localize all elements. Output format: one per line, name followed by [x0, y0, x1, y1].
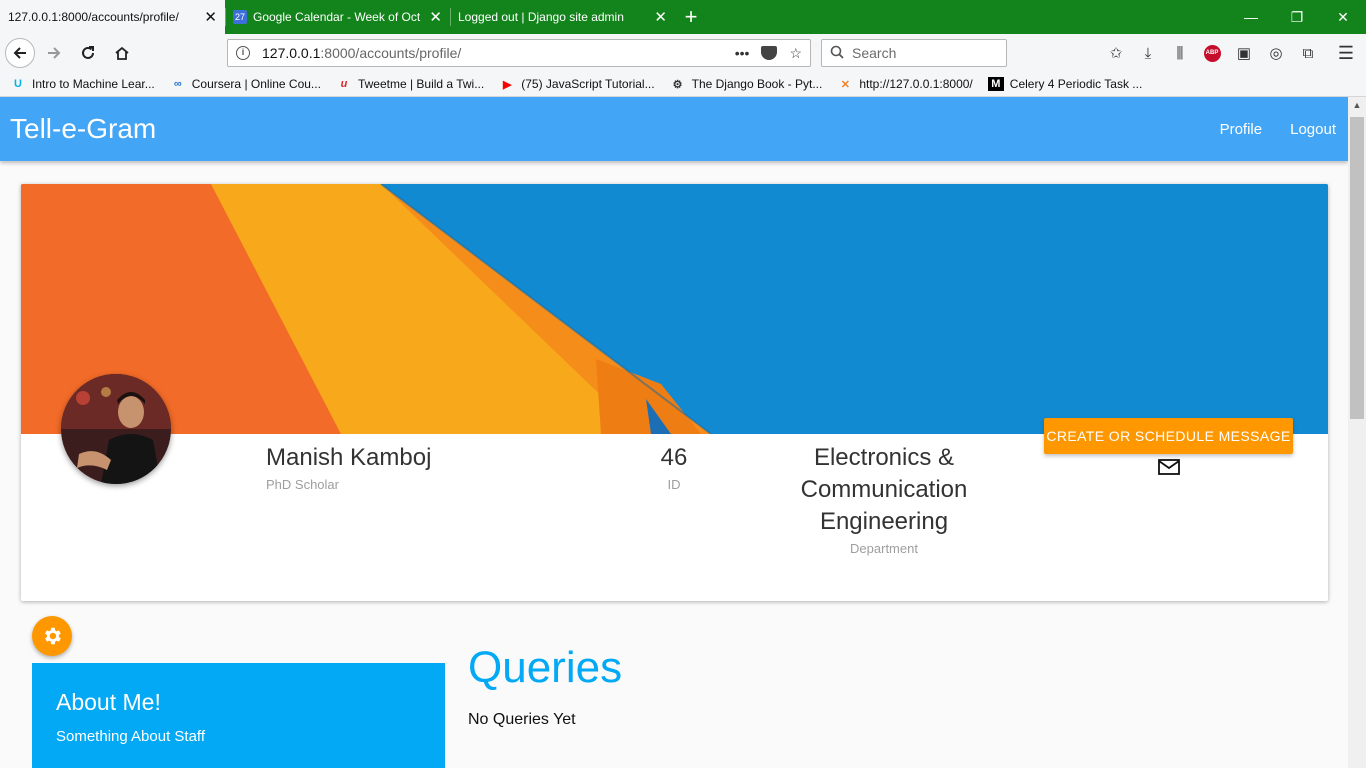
browser-tab-calendar[interactable]: 27 Google Calendar - Week of Oct ✕: [225, 0, 450, 34]
site-info-icon[interactable]: i: [236, 46, 250, 60]
address-bar[interactable]: i 127.0.0.1:8000/accounts/profile/ ••• ☆: [227, 39, 811, 67]
url-host: 127.0.0.1: [262, 45, 321, 61]
bookmark-label: (75) JavaScript Tutorial...: [521, 77, 655, 91]
profile-department-block: Electronics & Communication Engineering …: [784, 442, 984, 558]
back-arrow-icon[interactable]: [5, 38, 35, 68]
about-text: Something About Staff: [56, 728, 205, 745]
profile-id-label: ID: [667, 477, 681, 492]
sync-icon[interactable]: ⧉: [1297, 42, 1319, 64]
bookmark-label: Intro to Machine Lear...: [32, 77, 155, 91]
coursera-icon: ∞: [173, 78, 182, 90]
profile-id-value: 46: [660, 444, 688, 471]
profile-department-value: Electronics & Communication Engineering: [800, 444, 968, 535]
page-scrollbar[interactable]: ▲: [1348, 97, 1366, 768]
close-icon[interactable]: ✕: [204, 8, 217, 26]
bookmarks-bar: U Intro to Machine Lear... ∞ Coursera | On…: [0, 72, 1366, 97]
bookmark-item[interactable]: ▶ (75) JavaScript Tutorial...: [499, 77, 655, 91]
profile-department-label: Department: [850, 541, 918, 556]
browser-tab-profile[interactable]: 127.0.0.1:8000/accounts/profile/ ✕: [0, 0, 225, 34]
queries-heading: Queries: [468, 643, 623, 692]
tab-title: Google Calendar - Week of Oct: [253, 10, 421, 24]
home-icon[interactable]: [107, 38, 137, 68]
calendar-favicon-icon: 27: [233, 10, 247, 24]
udacity-icon: U: [14, 78, 22, 90]
minimize-icon[interactable]: —: [1228, 0, 1274, 34]
scrollbar-thumb[interactable]: [1350, 117, 1364, 419]
bookmark-label: Coursera | Online Cou...: [191, 77, 321, 91]
django-book-icon: ⚙: [672, 78, 683, 91]
about-me-card: About Me! Something About Staff: [32, 663, 445, 768]
close-icon[interactable]: ✕: [654, 8, 667, 26]
logout-link[interactable]: Logout: [1290, 121, 1336, 138]
reader-view-icon[interactable]: ▣: [1233, 42, 1255, 64]
app-navbar: Tell-e-Gram Profile Logout: [0, 97, 1348, 161]
url-path: :8000/accounts/profile/: [320, 45, 462, 61]
tab-title: 127.0.0.1:8000/accounts/profile/: [8, 10, 179, 24]
create-schedule-message-button[interactable]: CREATE OR SCHEDULE MESSAGE: [1044, 418, 1293, 454]
settings-gear-icon[interactable]: [32, 616, 72, 656]
profile-role: PhD Scholar: [266, 477, 339, 492]
bookmarks-star-list-icon[interactable]: ✩: [1105, 42, 1127, 64]
window-close-icon[interactable]: ✕: [1320, 0, 1366, 34]
browser-toolbar: i 127.0.0.1:8000/accounts/profile/ ••• ☆…: [0, 34, 1366, 72]
bookmark-label: Tweetme | Build a Twi...: [357, 77, 485, 91]
about-title: About Me!: [56, 689, 161, 715]
page-actions-icon[interactable]: •••: [735, 45, 750, 61]
bookmark-item[interactable]: ⚙ The Django Book - Pyt...: [670, 77, 823, 91]
pocket-icon[interactable]: [761, 46, 778, 60]
browser-tab-django-admin[interactable]: Logged out | Django site admin ✕: [450, 0, 675, 34]
adblock-icon[interactable]: ABP: [1201, 42, 1223, 64]
search-input[interactable]: Search: [821, 39, 1007, 67]
browser-tab-bar: 127.0.0.1:8000/accounts/profile/ ✕ 27 Go…: [0, 0, 1366, 34]
search-placeholder: Search: [852, 45, 897, 61]
reload-icon[interactable]: [73, 38, 103, 68]
app-nav-links: Profile Logout: [1220, 121, 1336, 138]
mail-icon[interactable]: [1158, 459, 1180, 480]
scroll-up-arrow-icon[interactable]: ▲: [1348, 97, 1366, 114]
avatar[interactable]: [61, 374, 171, 484]
profile-name: Manish Kamboj: [266, 444, 432, 471]
new-tab-button[interactable]: +: [675, 0, 707, 34]
extension-icon[interactable]: ◎: [1265, 42, 1287, 64]
profile-name-block: Manish Kamboj PhD Scholar: [266, 442, 431, 494]
restore-icon[interactable]: ❐: [1274, 0, 1320, 34]
bookmark-item[interactable]: u Tweetme | Build a Twi...: [336, 77, 485, 91]
search-icon: [830, 45, 844, 62]
hamburger-menu-icon[interactable]: ☰: [1335, 42, 1357, 64]
bookmark-item[interactable]: ✕ http://127.0.0.1:8000/: [837, 77, 973, 91]
bookmark-item[interactable]: ∞ Coursera | Online Cou...: [170, 77, 321, 91]
brand-logo-text[interactable]: Tell-e-Gram: [10, 113, 156, 145]
bookmark-label: http://127.0.0.1:8000/: [859, 77, 973, 91]
udemy-icon: u: [340, 78, 348, 90]
profile-id-block: 46 ID: [641, 442, 707, 494]
bookmark-item[interactable]: M Celery 4 Periodic Task ...: [987, 77, 1143, 91]
medium-icon: M: [987, 77, 1004, 91]
xampp-icon: ✕: [840, 78, 850, 91]
profile-link[interactable]: Profile: [1220, 121, 1263, 138]
window-controls: — ❐ ✕: [1228, 0, 1366, 34]
profile-card: Manish Kamboj PhD Scholar 46 ID Electron…: [21, 184, 1328, 601]
download-icon[interactable]: ⤓: [1137, 42, 1159, 64]
bookmark-star-icon[interactable]: ☆: [789, 45, 802, 62]
forward-arrow-icon[interactable]: [39, 38, 69, 68]
library-icon[interactable]: ⫼: [1169, 42, 1191, 64]
cover-image: [21, 184, 1328, 434]
web-page: Tell-e-Gram Profile Logout Manish Kamboj…: [0, 97, 1348, 768]
bookmark-label: Celery 4 Periodic Task ...: [1009, 77, 1143, 91]
close-icon[interactable]: ✕: [429, 8, 442, 26]
toolbar-icons: ✩ ⤓ ⫼ ABP ▣ ◎ ⧉ ☰: [1105, 42, 1357, 64]
bookmark-item[interactable]: U Intro to Machine Lear...: [10, 77, 155, 91]
tab-title: Logged out | Django site admin: [458, 10, 624, 24]
queries-empty-message: No Queries Yet: [468, 711, 576, 728]
youtube-icon: ▶: [502, 78, 512, 91]
bookmark-label: The Django Book - Pyt...: [691, 77, 823, 91]
